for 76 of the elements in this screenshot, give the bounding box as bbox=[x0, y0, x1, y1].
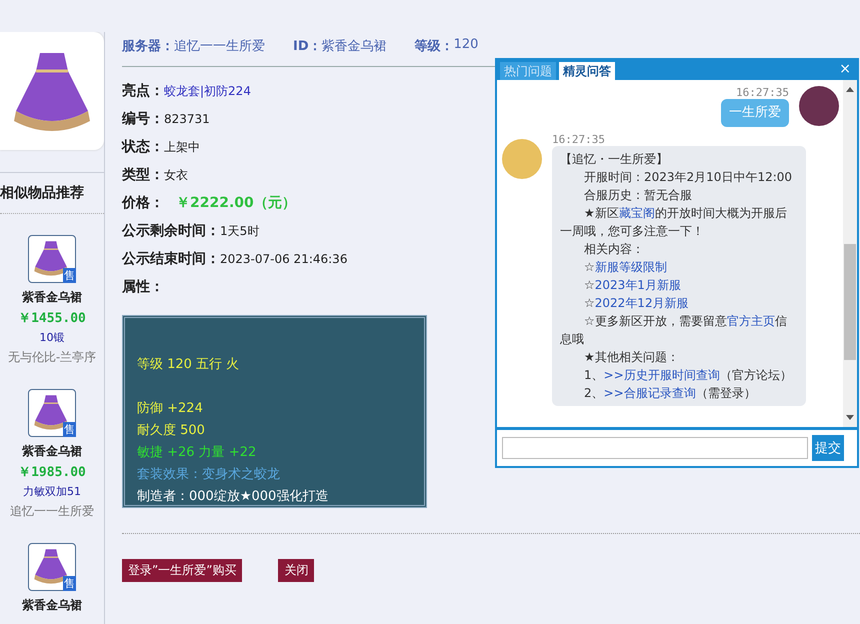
header-value: 120 bbox=[454, 37, 478, 54]
section-title: 相似物品推荐 bbox=[0, 184, 84, 202]
attribute-line: 防御 +224 bbox=[137, 400, 203, 418]
header-value: 紫香金乌裙 bbox=[322, 38, 387, 55]
price-value: ￥2222.00（元） bbox=[176, 194, 296, 212]
seller-name: 追忆一一生所爱 bbox=[10, 503, 94, 520]
scroll-up-icon[interactable] bbox=[846, 86, 854, 92]
item-thumbnail[interactable]: 售 bbox=[28, 235, 76, 283]
attribute-line: 耐久度 500 bbox=[137, 422, 205, 440]
scrollbar[interactable] bbox=[843, 80, 857, 427]
scroll-down-icon[interactable] bbox=[846, 415, 854, 421]
chat-tab[interactable]: 精灵问答 bbox=[559, 62, 615, 80]
item-name[interactable]: 紫香金乌裙 bbox=[22, 443, 82, 460]
chat-link[interactable]: 2022年12月新服 bbox=[594, 296, 689, 310]
message-time: 16:27:35 bbox=[736, 86, 789, 99]
item-price: ￥1455.00 bbox=[18, 310, 86, 327]
close-button[interactable]: × bbox=[839, 61, 851, 77]
field-label: 亮点： bbox=[122, 82, 164, 100]
chat-link[interactable]: 官方主页 bbox=[726, 314, 775, 328]
message-text: 1、>>历史开服时间查询（官方论坛） bbox=[583, 367, 792, 384]
attribute-line: 制造者：000绽放★000强化打造 bbox=[137, 488, 328, 506]
item-thumbnail[interactable]: 售 bbox=[28, 389, 76, 437]
chat-link[interactable]: >>合服记录查询 bbox=[604, 386, 696, 400]
chat-link[interactable]: 2023年1月新服 bbox=[594, 278, 681, 292]
sale-badge: 售 bbox=[63, 268, 76, 283]
field-value: 823731 bbox=[164, 112, 210, 126]
header-label: 服务器： bbox=[122, 38, 174, 55]
seller-name: 无与伦比-兰亭序 bbox=[8, 349, 96, 366]
field-label: 类型： bbox=[122, 166, 164, 184]
buy-button[interactable]: 登录”一生所爱”购买 bbox=[122, 559, 242, 582]
field-label: 状态： bbox=[122, 138, 164, 156]
message-text: 开服时间：2023年2月10日中午12:00 bbox=[583, 169, 792, 186]
field-label: 公示结束时间： bbox=[122, 250, 220, 268]
item-name[interactable]: 紫香金乌裙 bbox=[22, 597, 82, 614]
header-value: 追忆一一生所爱 bbox=[174, 38, 265, 55]
item-price: ￥1985.00 bbox=[18, 464, 86, 481]
item-thumbnail[interactable]: 售 bbox=[28, 543, 76, 591]
message-text: ☆新服等级限制 bbox=[583, 259, 667, 276]
message-text: 相关内容： bbox=[583, 241, 644, 258]
header-label: ID： bbox=[293, 38, 322, 55]
item-note[interactable]: 10锻 bbox=[40, 330, 64, 345]
field-label: 属性： bbox=[122, 278, 164, 296]
attribute-line: 等级 120 五行 火 bbox=[137, 356, 240, 374]
field-value: 上架中 bbox=[164, 138, 200, 156]
chat-link[interactable]: 藏宝阁 bbox=[618, 206, 655, 220]
chat-link[interactable]: 新服等级限制 bbox=[594, 260, 667, 274]
field-value: 女衣 bbox=[164, 166, 188, 184]
message-text: 合服历史：暂无合服 bbox=[583, 187, 692, 204]
message-input[interactable] bbox=[502, 437, 808, 459]
avatar bbox=[502, 139, 542, 179]
message-text: ★新区藏宝阁的开放时间大概为开服后一周哦，您可多注意一下！ bbox=[560, 205, 788, 240]
sale-badge: 售 bbox=[63, 422, 76, 437]
attribute-line: 敏捷 +26 力量 +22 bbox=[137, 444, 256, 462]
avatar bbox=[799, 86, 839, 126]
close-button[interactable]: 关闭 bbox=[278, 559, 314, 582]
item-name[interactable]: 紫香金乌裙 bbox=[22, 289, 82, 306]
message-text: 2、>>合服记录查询（需登录） bbox=[583, 385, 756, 402]
message-time: 16:27:35 bbox=[552, 133, 606, 146]
field-label: 编号： bbox=[122, 110, 164, 128]
sale-badge: 售 bbox=[63, 576, 76, 591]
message-text: ☆更多新区开放，需要留意官方主页信息哦 bbox=[560, 313, 788, 348]
attribute-line: 套装效果：变身术之蛟龙 bbox=[137, 466, 280, 484]
field-label: 公示剩余时间： bbox=[122, 222, 220, 240]
highlight-link[interactable]: 蛟龙套|初防224 bbox=[164, 82, 251, 100]
message-text: ☆2023年1月新服 bbox=[583, 277, 681, 294]
chat-link[interactable]: >>历史开服时间查询 bbox=[604, 368, 720, 382]
message-text: 一生所爱 bbox=[729, 104, 781, 122]
field-value: 1天5时 bbox=[220, 222, 260, 240]
message-text: ☆2022年12月新服 bbox=[583, 295, 689, 312]
item-note[interactable]: 力敏双加51 bbox=[23, 484, 81, 499]
field-value: 2023-07-06 21:46:36 bbox=[220, 252, 348, 266]
message-text: 【追忆・一生所爱】 bbox=[560, 151, 668, 168]
message-text: ★其他相关问题： bbox=[583, 349, 679, 366]
header-label: 等级： bbox=[414, 38, 454, 55]
field-label: 价格： bbox=[122, 194, 164, 212]
submit-button[interactable]: 提交 bbox=[812, 435, 844, 461]
